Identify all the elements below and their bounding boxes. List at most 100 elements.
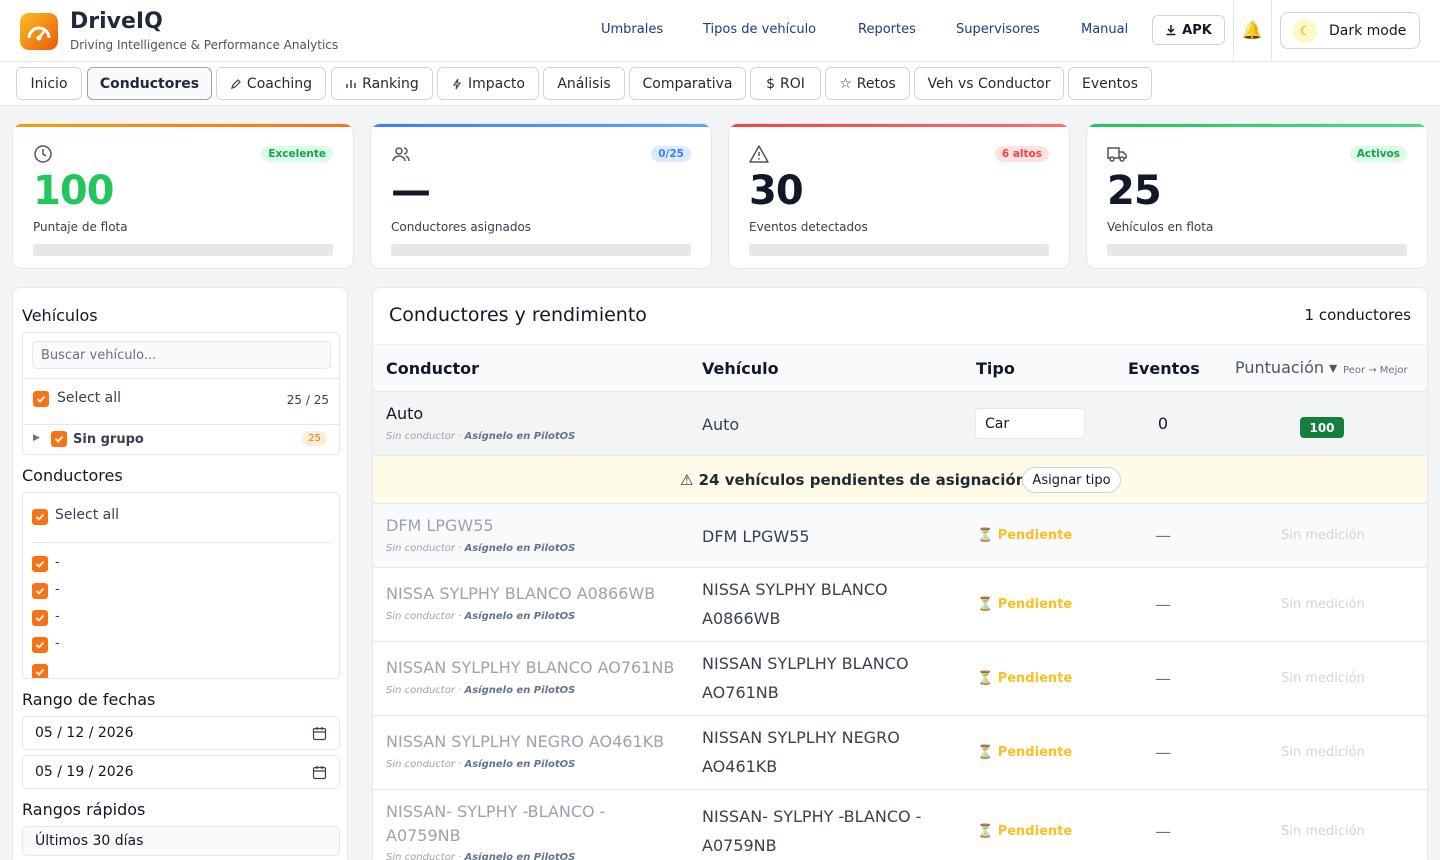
score-none: Sin medición (1281, 824, 1365, 839)
assign-pilotos-link[interactable]: Asígnelo en PilotOS (464, 852, 575, 860)
kpi-label: Vehículos en flota (1107, 220, 1214, 234)
vehicle-name: NISSAN- SYLPHY -BLANCO - A0759NB (702, 807, 922, 855)
date-to-input[interactable]: 05 / 19 / 2026 (22, 755, 340, 789)
dollar-icon: $ (766, 75, 776, 92)
driver-sub: Sin conductor · Asígnelo en PilotOS (386, 543, 575, 554)
clock-icon (34, 145, 52, 163)
driver-checkbox[interactable] (32, 583, 48, 599)
score-badge: 100 (1300, 417, 1344, 438)
divider (23, 378, 339, 379)
col-conductor[interactable]: Conductor (386, 359, 479, 378)
assign-pilotos-link[interactable]: Asígnelo en PilotOS (464, 759, 575, 770)
assign-pilotos-link[interactable]: Asígnelo en PilotOS (464, 685, 575, 696)
pending-status: ⏳ Pendiente (977, 745, 1073, 760)
dark-mode-label: Dark mode (1329, 22, 1407, 39)
nav-tipos-vehiculo[interactable]: Tipos de vehículo (703, 22, 816, 37)
apk-download-button[interactable]: APK (1152, 15, 1225, 45)
tab-label: Conductores (99, 75, 200, 92)
kpi-value: — (391, 168, 431, 214)
vehicles-filter-title: Vehículos (22, 306, 98, 325)
vehicle-name: DFM LPGW55 (702, 527, 810, 546)
tab-ranking[interactable]: Ranking (331, 67, 433, 100)
vehicle-type-select[interactable]: Car (975, 408, 1085, 439)
nav-supervisores[interactable]: Supervisores (956, 22, 1040, 37)
driver-name: Auto (386, 404, 424, 423)
vehicle-search-input[interactable] (32, 341, 331, 369)
tab-coaching[interactable]: Coaching (216, 67, 326, 100)
moon-icon: ☾ (1293, 18, 1317, 43)
driver-label: - (55, 582, 60, 597)
driver-name: NISSA SYLPHY BLANCO A0866WB (386, 584, 656, 603)
tab-analisis[interactable]: Análisis (543, 67, 625, 100)
date-from-input[interactable]: 05 / 12 / 2026 (22, 716, 340, 750)
tab-comparativa[interactable]: Comparativa (629, 67, 746, 100)
col-puntuacion-sort[interactable]: Puntuación ▾ (1235, 358, 1337, 377)
driver-sub: Sin conductor · Asígnelo en PilotOS (386, 611, 575, 622)
quick-ranges-title: Rangos rápidos (22, 800, 146, 819)
notifications-button[interactable]: 🔔 (1233, 0, 1272, 61)
score-none: Sin medición (1281, 745, 1365, 760)
kpi-badge: Activos (1349, 146, 1407, 162)
nav-manual[interactable]: Manual (1081, 22, 1128, 37)
driver-checkbox[interactable] (32, 610, 48, 626)
apk-label: APK (1182, 22, 1212, 38)
sub-prefix: Sin conductor · (386, 431, 465, 442)
users-icon (392, 147, 410, 162)
nav-umbrales[interactable]: Umbrales (601, 22, 663, 37)
kpi-progress-track (1107, 244, 1407, 256)
tab-conductores[interactable]: Conductores (87, 67, 212, 100)
calendar-icon[interactable] (312, 765, 327, 780)
table-row[interactable]: NISSA SYLPHY BLANCO A0866WB Sin conducto… (373, 568, 1427, 642)
tab-label: Comparativa (642, 75, 733, 92)
driver-checkbox[interactable] (32, 637, 48, 653)
vehicles-select-all-checkbox[interactable] (33, 391, 49, 407)
driver-sub: Sin conductor · Asígnelo en PilotOS (386, 685, 575, 696)
col-vehiculo[interactable]: Vehículo (702, 359, 779, 378)
drivers-select-all-checkbox[interactable] (32, 509, 48, 525)
col-eventos[interactable]: Eventos (1128, 359, 1200, 378)
drivers-select-all-label: Select all (55, 507, 119, 523)
quick-range-select[interactable]: Últimos 30 días (22, 826, 340, 856)
table-row[interactable]: NISSAN- SYLPHY -BLANCO - A0759NB Sin con… (373, 790, 1427, 860)
assign-pilotos-link[interactable]: Asígnelo en PilotOS (464, 543, 575, 554)
nav-reportes[interactable]: Reportes (858, 22, 916, 37)
assign-pilotos-link[interactable]: Asígnelo en PilotOS (464, 611, 575, 622)
date-to-value: 05 / 19 / 2026 (35, 764, 134, 780)
drivers-filter-box: Select all - - - - (22, 492, 340, 679)
tab-retos[interactable]: ☆ Retos (825, 67, 910, 100)
kpi-value: 25 (1107, 168, 1162, 214)
col-tipo[interactable]: Tipo (976, 359, 1015, 378)
tab-label: Retos (856, 75, 896, 92)
group-checkbox[interactable] (51, 431, 67, 447)
warning-icon (749, 145, 769, 163)
table-row[interactable]: DFM LPGW55 Sin conductor · Asígnelo en P… (373, 504, 1427, 568)
tab-impacto[interactable]: Impacto (437, 67, 539, 100)
driver-checkbox[interactable] (32, 556, 48, 572)
tab-label: Análisis (557, 75, 611, 92)
driver-checkbox[interactable] (32, 664, 48, 678)
table-row[interactable]: NISSAN SYLPLHY BLANCO AO761NB Sin conduc… (373, 642, 1427, 716)
assign-pilotos-link[interactable]: Asígnelo en PilotOS (464, 431, 575, 442)
tab-inicio[interactable]: Inicio (16, 67, 82, 100)
filters-sidebar: Vehículos Select all 25 / 25 ▶ Sin grupo… (12, 287, 348, 860)
events-count: — (1155, 595, 1171, 614)
pending-status: ⏳ Pendiente (977, 671, 1073, 686)
expand-group-icon[interactable]: ▶ (33, 433, 40, 443)
table-row[interactable]: NISSAN SYLPLHY NEGRO AO461KB Sin conduct… (373, 716, 1427, 790)
app-subtitle: Driving Intelligence & Performance Analy… (70, 38, 339, 52)
driver-name: DFM LPGW55 (386, 516, 494, 535)
assign-type-button[interactable]: Asignar tipo (1022, 467, 1121, 493)
vehicles-count: 25 / 25 (286, 393, 329, 407)
tab-eventos[interactable]: Eventos (1068, 67, 1152, 100)
download-icon (1166, 25, 1176, 36)
drivers-performance-panel: Conductores y rendimiento 1 conductores … (372, 287, 1428, 860)
driver-sub: Sin conductor · Asígnelo en PilotOS (386, 431, 575, 442)
date-range-title: Rango de fechas (22, 690, 156, 709)
tab-veh-vs-conductor[interactable]: Veh vs Conductor (914, 67, 1064, 100)
table-row[interactable]: Auto Sin conductor · Asígnelo en PilotOS… (373, 392, 1427, 456)
events-count: — (1155, 669, 1171, 688)
tab-roi[interactable]: $ ROI (750, 67, 821, 100)
driver-label: - (55, 636, 60, 651)
calendar-icon[interactable] (312, 726, 327, 741)
dark-mode-toggle[interactable]: ☾ Dark mode (1280, 12, 1420, 49)
